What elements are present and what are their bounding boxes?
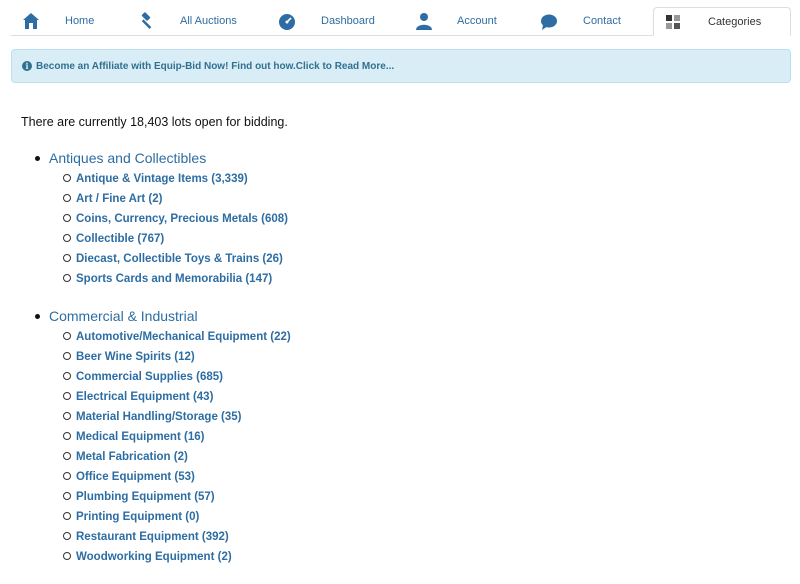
- subcategory-link[interactable]: Plumbing Equipment (57): [76, 491, 215, 503]
- list-item: Metal Fabrication (2): [63, 446, 291, 466]
- category-group: Commercial & Industrial Automotive/Mechan…: [30, 306, 291, 566]
- tab-categories-label: Categories: [708, 16, 762, 28]
- list-item: Automotive/Mechanical Equipment (22): [63, 326, 291, 346]
- subcategory-link[interactable]: Art / Fine Art (2): [76, 193, 162, 205]
- dashboard-gauge-icon: [279, 14, 295, 30]
- speech-bubble-icon: [541, 14, 557, 30]
- subcategory-link[interactable]: Office Equipment (53): [76, 471, 195, 483]
- tab-account-label: Account: [457, 15, 497, 27]
- subcategory-link[interactable]: Beer Wine Spirits (12): [76, 351, 195, 363]
- list-item: Collectible (767): [63, 228, 291, 248]
- category-group: Antiques and Collectibles Antique & Vinta…: [30, 148, 291, 288]
- tab-home-label: Home: [65, 15, 95, 27]
- list-item: Woodworking Equipment (2): [63, 546, 291, 566]
- list-item: Antique & Vintage Items (3,339): [63, 168, 291, 188]
- info-circle-icon: i: [22, 61, 32, 71]
- list-item: Restaurant Equipment (392): [63, 526, 291, 546]
- list-item: Commercial Supplies (685): [63, 366, 291, 386]
- tab-all-auctions-label: All Auctions: [180, 15, 237, 27]
- subcategory-link[interactable]: Collectible (767): [76, 233, 164, 245]
- subcategory-link[interactable]: Material Handling/Storage (35): [76, 411, 242, 423]
- list-item: Plumbing Equipment (57): [63, 486, 291, 506]
- subcategory-link[interactable]: Diecast, Collectible Toys & Trains (26): [76, 253, 283, 265]
- tab-all-auctions[interactable]: All Auctions: [127, 7, 247, 36]
- subcategory-link[interactable]: Sports Cards and Memorabilia (147): [76, 273, 272, 285]
- subcategory-link[interactable]: Coins, Currency, Precious Metals (608): [76, 213, 288, 225]
- list-item: Medical Equipment (16): [63, 426, 291, 446]
- list-item: Diecast, Collectible Toys & Trains (26): [63, 248, 291, 268]
- gavel-icon: [141, 12, 152, 29]
- top-navigation: Home All Auctions Dashboard Account Cont…: [0, 0, 800, 36]
- subcategory-link[interactable]: Electrical Equipment (43): [76, 391, 213, 403]
- tab-categories[interactable]: Categories: [653, 7, 791, 36]
- tab-dashboard[interactable]: Dashboard: [268, 7, 388, 36]
- subcategory-list: Automotive/Mechanical Equipment (22) Beer…: [63, 326, 291, 566]
- category-title-link[interactable]: Commercial & Industrial: [49, 306, 291, 326]
- list-item: Office Equipment (53): [63, 466, 291, 486]
- subcategory-link[interactable]: Commercial Supplies (685): [76, 371, 223, 383]
- list-item: Printing Equipment (0): [63, 506, 291, 526]
- subcategory-link[interactable]: Printing Equipment (0): [76, 511, 199, 523]
- subcategory-link[interactable]: Metal Fabrication (2): [76, 451, 188, 463]
- affiliate-banner-text: Become an Affiliate with Equip-Bid Now! …: [36, 60, 395, 72]
- list-item: Electrical Equipment (43): [63, 386, 291, 406]
- grid-icon: [666, 15, 680, 29]
- category-title-link[interactable]: Antiques and Collectibles: [49, 148, 291, 168]
- subcategory-list: Antique & Vintage Items (3,339) Art / Fin…: [63, 168, 291, 288]
- tab-contact[interactable]: Contact: [531, 7, 641, 36]
- affiliate-banner[interactable]: i Become an Affiliate with Equip-Bid Now…: [11, 49, 791, 83]
- tab-contact-label: Contact: [583, 15, 621, 27]
- tab-home[interactable]: Home: [12, 7, 122, 36]
- list-item: Sports Cards and Memorabilia (147): [63, 268, 291, 288]
- home-icon: [23, 13, 39, 29]
- list-item: Beer Wine Spirits (12): [63, 346, 291, 366]
- subcategory-link[interactable]: Medical Equipment (16): [76, 431, 204, 443]
- tab-dashboard-label: Dashboard: [321, 15, 375, 27]
- list-item: Material Handling/Storage (35): [63, 406, 291, 426]
- subcategory-link[interactable]: Restaurant Equipment (392): [76, 531, 229, 543]
- list-item: Coins, Currency, Precious Metals (608): [63, 208, 291, 228]
- lots-open-summary: There are currently 18,403 lots open for…: [21, 115, 288, 129]
- subcategory-link[interactable]: Antique & Vintage Items (3,339): [76, 173, 248, 185]
- category-list: Antiques and Collectibles Antique & Vinta…: [30, 148, 291, 584]
- list-item: Art / Fine Art (2): [63, 188, 291, 208]
- subcategory-link[interactable]: Automotive/Mechanical Equipment (22): [76, 331, 291, 343]
- user-icon: [416, 13, 432, 30]
- tab-account[interactable]: Account: [405, 7, 515, 36]
- subcategory-link[interactable]: Woodworking Equipment (2): [76, 551, 232, 563]
